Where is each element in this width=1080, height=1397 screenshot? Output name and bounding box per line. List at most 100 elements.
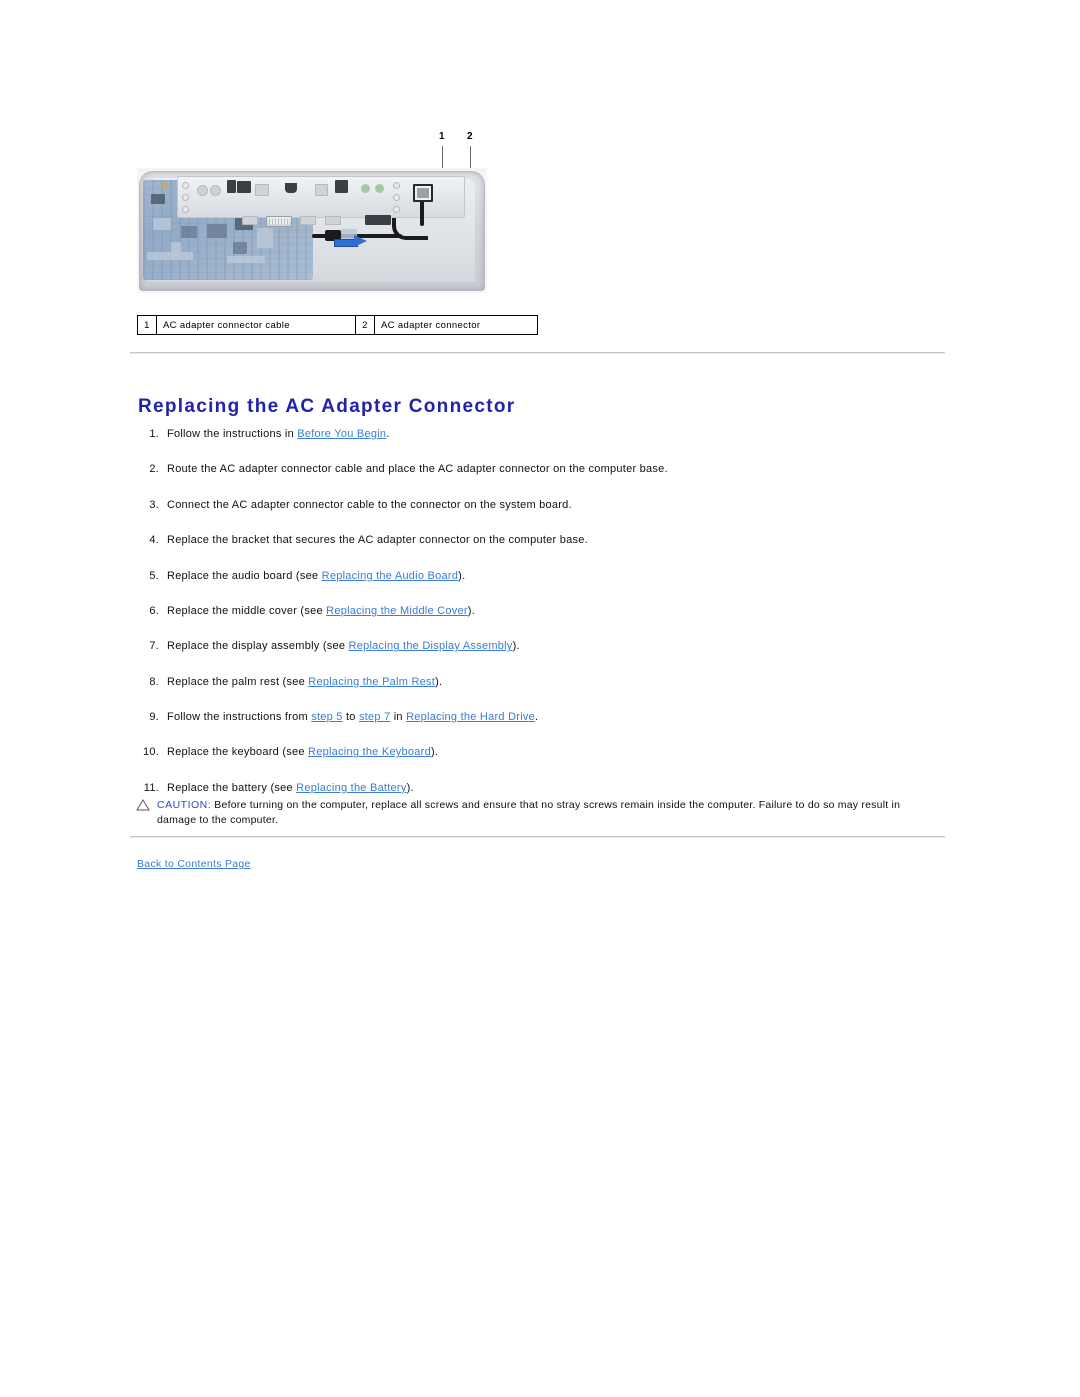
caption-number-2: 2 [355,315,375,335]
step-text: Follow the instructions from [167,711,312,723]
procedure-step: 10. Replace the keyboard (see Replacing t… [137,746,947,759]
procedure-step-list: 1. Follow the instructions in Before You … [137,428,947,817]
cross-reference-link[interactable]: Replacing the Display Assembly [349,640,513,652]
pcb-component [207,224,227,238]
procedure-step: 2. Route the AC adapter connector cable a… [137,463,947,476]
procedure-step: 4. Replace the bracket that secures the A… [137,534,947,547]
board-connector [266,216,292,227]
ac-adapter-connector [413,184,433,202]
step-text: ). [430,746,439,759]
pcb-connector [227,256,265,263]
step-number: 11. [143,781,159,794]
step-text: . [386,428,390,440]
blue-direction-arrow-icon [334,235,368,247]
step-text: to [342,711,359,723]
step-text: in [390,711,407,723]
step-text: ). [435,675,443,688]
pcb-component [153,218,171,230]
ac-adapter-connector-figure: 1 2 [137,128,557,303]
cross-reference-link[interactable]: Replacing the Hard Drive [406,711,535,723]
cross-reference-link[interactable]: step 5 [311,711,342,723]
pcb-component [151,194,165,204]
procedure-step: 3. Connect the AC adapter connector cable… [137,499,947,512]
step-number: 3. [149,498,159,511]
step-text: Replace the battery (see [167,781,297,794]
usb-port [227,180,236,193]
procedure-step: 11. Replace the battery (see Replacing th… [137,782,947,795]
section-divider-bottom [130,836,945,838]
bracket-screw-hole [393,206,400,213]
step-text: Replace the bracket that secures the AC … [167,534,588,547]
procedure-step: 5. Replace the audio board (see Replacing… [137,570,947,583]
step-number: 8. [149,675,159,688]
bracket-opening [315,184,328,196]
step-text: Replace the display assembly (see [167,640,349,653]
step-text: Follow the instructions in [167,428,298,440]
bracket-screw-hole [393,194,400,201]
pcb-component [181,226,197,238]
step-text: Replace the middle cover (see [167,604,327,617]
caution-label: CAUTION: [157,799,212,811]
section-divider-top [130,352,945,354]
cross-reference-link[interactable]: Replacing the Keyboard [308,746,431,758]
figure-callout-2: 2 [467,131,473,142]
bracket-opening [197,185,208,196]
step-number: 4. [149,534,159,547]
pcb-screw [161,182,168,189]
document-page: 1 2 1 AC adapter connector cable 2 AC ad… [0,0,1080,1397]
caution-note: CAUTION: Before turning on the computer,… [136,798,937,828]
cross-reference-link[interactable]: Replacing the Battery [296,782,406,794]
procedure-step: 9. Follow the instructions from step 5 to… [137,711,947,724]
caption-number-1: 1 [137,315,157,335]
procedure-step: 6. Replace the middle cover (see Replacin… [137,605,947,618]
pcb-component [233,242,247,254]
step-number: 5. [149,569,159,582]
bracket-opening [255,184,269,196]
step-number: 10. [142,746,159,759]
page-title: Replacing the AC Adapter Connector [138,395,516,417]
audio-jack [375,184,384,193]
figure-caption-table: 1 AC adapter connector cable 2 AC adapte… [137,315,538,335]
back-to-contents-link[interactable]: Back to Contents Page [137,858,251,870]
table-row: 1 AC adapter connector cable 2 AC adapte… [137,315,538,335]
step-text: ). [467,604,476,617]
audio-port [285,183,297,193]
figure-callout-1: 1 [439,131,445,142]
cross-reference-link[interactable]: Before You Begin [297,428,386,440]
bracket-opening [365,215,391,225]
step-text: . [535,711,539,723]
cross-reference-link[interactable]: step 7 [359,711,390,723]
caption-label-1: AC adapter connector cable [156,315,356,335]
procedure-step: 1. Follow the instructions in Before You … [137,428,947,441]
caption-label-2: AC adapter connector [374,315,538,335]
cross-reference-link[interactable]: Replacing the Audio Board [322,570,459,582]
pcb-connector [147,252,193,260]
bracket-opening [242,216,258,225]
usb-port [237,181,251,193]
bracket-opening [300,216,316,225]
step-number: 1. [149,428,159,440]
step-text: Replace the palm rest (see [167,675,309,688]
pcb-component [257,228,273,248]
step-text: ). [406,781,414,794]
step-number: 9. [149,711,159,723]
audio-jack [361,184,370,193]
step-number: 7. [149,640,159,653]
step-text: Replace the audio board (see [167,569,322,582]
laptop-base-photo [137,168,487,293]
procedure-step: 8. Replace the palm rest (see Replacing t… [137,676,947,689]
cross-reference-link[interactable]: Replacing the Middle Cover [326,605,468,617]
bracket-screw-hole [182,182,189,189]
bracket-screw-hole [182,206,189,213]
bracket-opening [210,185,221,196]
step-text: Connect the AC adapter connector cable t… [167,498,572,511]
cross-reference-link[interactable]: Replacing the Palm Rest [308,676,435,688]
step-number: 2. [149,463,159,476]
step-text: ). [458,569,466,582]
usb-port [335,180,348,193]
bracket-opening [325,216,341,225]
caution-text: Before turning on the computer, replace … [157,799,901,826]
step-text: Route the AC adapter connector cable and… [167,463,668,476]
step-text: Replace the keyboard (see [167,746,309,759]
step-text: ). [512,640,520,653]
